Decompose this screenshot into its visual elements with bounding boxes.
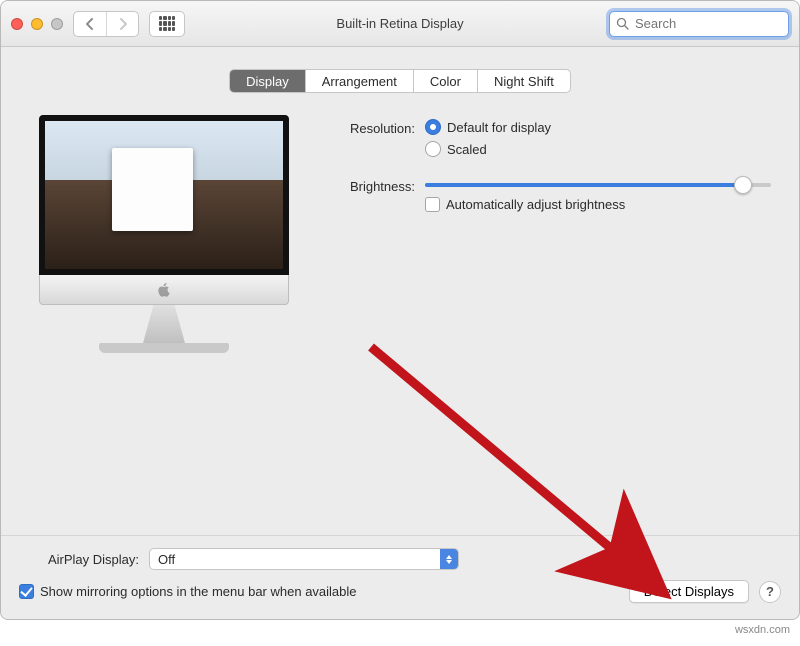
resolution-default-label: Default for display <box>447 120 551 135</box>
resolution-default-radio[interactable]: Default for display <box>425 119 551 135</box>
monitor-base-icon <box>99 343 229 353</box>
checkbox-checked-icon <box>19 584 34 599</box>
slider-fill <box>425 183 743 187</box>
search-icon <box>616 17 629 30</box>
checkbox-unchecked-icon <box>425 197 440 212</box>
resolution-row: Resolution: Default for display Scaled <box>319 119 771 157</box>
zoom-window-icon <box>51 18 63 30</box>
footer-bottom-row: Show mirroring options in the menu bar w… <box>19 580 781 603</box>
content-area: Display Arrangement Color Night Shift Re… <box>1 47 799 619</box>
monitor-chin-icon <box>39 275 289 305</box>
radio-checked-icon <box>425 119 441 135</box>
tab-display[interactable]: Display <box>230 70 305 92</box>
tab-arrangement[interactable]: Arrangement <box>305 70 413 92</box>
radio-unchecked-icon <box>425 141 441 157</box>
display-preview <box>29 115 299 535</box>
grid-icon <box>159 16 175 32</box>
help-button[interactable]: ? <box>759 581 781 603</box>
watermark: wsxdn.com <box>0 620 800 636</box>
resolution-scaled-label: Scaled <box>447 142 487 157</box>
select-arrows-icon <box>440 549 458 569</box>
resolution-label: Resolution: <box>319 119 425 136</box>
brightness-label: Brightness: <box>319 177 425 194</box>
window-controls <box>11 18 63 30</box>
show-all-button[interactable] <box>149 11 185 37</box>
resolution-scaled-radio[interactable]: Scaled <box>425 141 551 157</box>
forward-button[interactable] <box>106 12 138 36</box>
auto-brightness-checkbox[interactable]: Automatically adjust brightness <box>425 197 771 212</box>
monitor-stand-icon <box>129 305 199 343</box>
mirroring-label: Show mirroring options in the menu bar w… <box>40 584 357 599</box>
apple-logo-icon <box>157 283 171 297</box>
airplay-label: AirPlay Display: <box>19 552 139 567</box>
close-window-icon[interactable] <box>11 18 23 30</box>
slider-thumb-icon[interactable] <box>734 176 752 194</box>
detect-displays-button[interactable]: Detect Displays <box>629 580 749 603</box>
monitor-screen-icon <box>39 115 289 275</box>
footer: AirPlay Display: Off Show mirroring opti… <box>1 535 799 619</box>
nav-group <box>73 11 139 37</box>
titlebar: Built-in Retina Display <box>1 1 799 47</box>
airplay-row: AirPlay Display: Off <box>19 548 781 570</box>
back-button[interactable] <box>74 12 106 36</box>
search-field[interactable] <box>609 11 789 37</box>
tab-color[interactable]: Color <box>413 70 477 92</box>
search-input[interactable] <box>633 15 782 32</box>
airplay-select[interactable]: Off <box>149 548 459 570</box>
tab-night-shift[interactable]: Night Shift <box>477 70 570 92</box>
preferences-window: Built-in Retina Display Display Arrangem… <box>0 0 800 620</box>
tab-bar: Display Arrangement Color Night Shift <box>229 69 571 93</box>
brightness-slider[interactable] <box>425 183 771 187</box>
minimize-window-icon[interactable] <box>31 18 43 30</box>
brightness-row: Brightness: Automatically adjust brightn… <box>319 177 771 212</box>
auto-brightness-label: Automatically adjust brightness <box>446 197 625 212</box>
mirroring-checkbox[interactable]: Show mirroring options in the menu bar w… <box>19 584 357 599</box>
settings-panel: Resolution: Default for display Scaled <box>1 93 799 535</box>
settings-form: Resolution: Default for display Scaled <box>319 115 771 535</box>
resolution-radio-group: Default for display Scaled <box>425 119 551 157</box>
airplay-value: Off <box>158 552 175 567</box>
